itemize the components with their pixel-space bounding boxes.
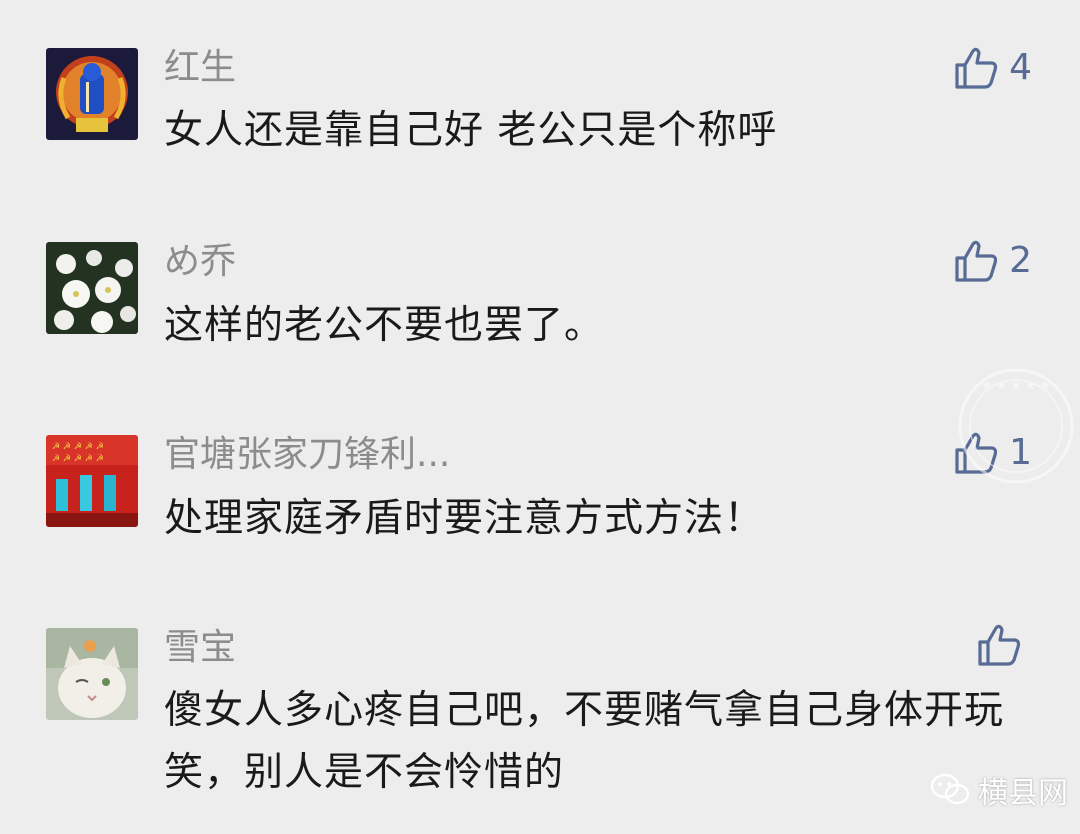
svg-text:☭ ☭ ☭ ☭ ☭: ☭ ☭ ☭ ☭ ☭ [52, 442, 104, 452]
thumbs-up-icon [955, 240, 998, 282]
avatar[interactable] [46, 628, 138, 720]
comment-text: 女人还是靠自己好 老公只是个称呼 [164, 108, 778, 153]
like-count: 2 [1009, 240, 1032, 281]
commenter-name[interactable]: 红生 [164, 48, 236, 88]
comment-text: 这样的老公不要也罢了。 [164, 303, 605, 348]
like-count: 4 [1009, 47, 1032, 88]
wechat-icon [930, 773, 970, 805]
avatar[interactable]: ☭ ☭ ☭ ☭ ☭ ☭ ☭ ☭ ☭ ☭ [46, 435, 138, 527]
thumbs-up-icon [978, 624, 1021, 666]
commenter-name[interactable]: 雪宝 [164, 628, 236, 668]
watermark-seal: ★ ★ ★ ★ ★ [955, 365, 1077, 487]
svg-text:☭ ☭ ☭ ☭ ☭: ☭ ☭ ☭ ☭ ☭ [52, 454, 104, 464]
svg-text:★ ★ ★ ★ ★: ★ ★ ★ ★ ★ [981, 378, 1050, 392]
thumbs-up-icon [955, 47, 998, 89]
avatar[interactable] [46, 48, 138, 140]
comment-text: 傻女人多心疼自己吧，不要赌气拿自己身体开玩笑，别人是不会怜惜的 [164, 688, 1005, 795]
commenter-name[interactable]: め乔 [164, 242, 236, 282]
watermark-bottom: 横县网 [930, 768, 1068, 812]
like-button[interactable]: 4 [953, 45, 1032, 91]
commenter-name[interactable]: 官塘张家刀锋利... [164, 435, 450, 475]
like-button[interactable]: 2 [953, 238, 1032, 284]
watermark-text: 横县网 [978, 776, 1068, 811]
avatar[interactable] [46, 242, 138, 334]
like-button[interactable] [976, 622, 1032, 668]
comment-text: 处理家庭矛盾时要注意方式方法！ [164, 496, 765, 541]
